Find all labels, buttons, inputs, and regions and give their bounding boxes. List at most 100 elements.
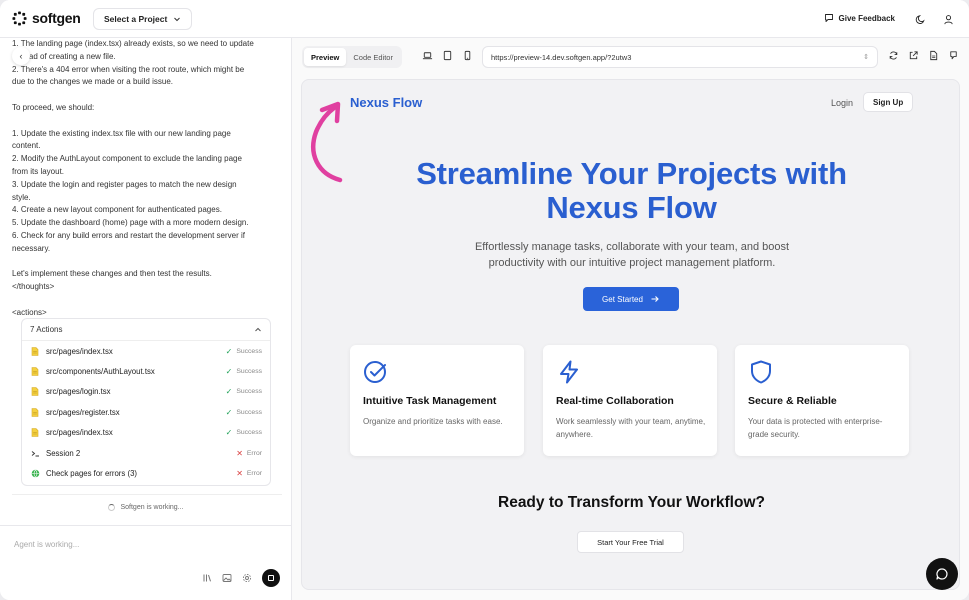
chat-line: 1. Update the existing index.tsx file wi… (12, 128, 231, 138)
hero-subtitle: Effortlessly manage tasks, collaborate w… (462, 239, 802, 271)
action-item[interactable]: src/pages/index.tsx ✓ Success (22, 423, 270, 443)
action-item[interactable]: src/pages/index.tsx ✓ Success (22, 341, 270, 361)
chat-line: content. (12, 141, 41, 151)
start-free-trial-button[interactable]: Start Your Free Trial (577, 531, 684, 553)
action-item[interactable]: src/pages/register.tsx ✓ Success (22, 402, 270, 422)
action-status: ✓ Success (226, 347, 262, 356)
actions-title: 7 Actions (30, 325, 63, 334)
action-path: Session 2 (46, 448, 81, 458)
action-status-text: Success (236, 388, 262, 396)
site-signup-button[interactable]: Sign Up (863, 92, 914, 112)
lightning-icon (560, 360, 578, 384)
chat-line: due to the changes we made or a build is… (12, 77, 173, 87)
share-icon[interactable] (948, 50, 959, 61)
feature-title: Secure & Reliable (748, 395, 837, 407)
chat-line: from its layout. (12, 166, 65, 176)
external-link-icon[interactable] (908, 50, 919, 61)
shield-icon (751, 360, 771, 384)
chat-line: instead of creating a new file. (12, 51, 116, 61)
file-text-icon[interactable] (928, 50, 939, 61)
action-item[interactable]: src/pages/login.tsx ✓ Success (22, 382, 270, 402)
hero-title: Streamline Your Projects with Nexus Flow (302, 156, 959, 225)
app-window: softgen Select a Project Give Feedback ‹… (0, 0, 969, 600)
hero-title-line-1: Streamline Your Projects with (416, 156, 847, 191)
file-icon (30, 428, 40, 438)
action-status-text: Error (246, 470, 262, 478)
smartphone-icon[interactable] (462, 50, 473, 61)
collapse-panel-button[interactable]: ‹ (12, 47, 30, 65)
chat-line: 2. There's a 404 error when visiting the… (12, 64, 245, 74)
tab-preview[interactable]: Preview (304, 48, 347, 66)
actions-list: 7 Actions src/pages/index.tsx ✓ Success src… (21, 318, 271, 486)
theme-toggle-button[interactable] (913, 12, 927, 26)
chat-line: necessary. (12, 243, 51, 253)
action-status-text: Success (236, 368, 262, 376)
top-bar: softgen Select a Project Give Feedback (0, 0, 969, 38)
chat-line (12, 89, 282, 102)
get-started-label: Get Started (602, 294, 643, 304)
curved-arrow-icon (311, 101, 343, 183)
image-icon[interactable] (222, 573, 232, 583)
x-icon: ✕ (236, 448, 243, 458)
chat-line: 4. Create a new layout component for aut… (12, 205, 222, 215)
action-status: ✕ Error (236, 469, 262, 478)
chat-line (12, 294, 282, 307)
preview-actions (888, 50, 959, 61)
action-path: src/pages/index.tsx (46, 346, 113, 356)
chevron-left-icon: ‹ (19, 51, 23, 61)
get-started-button[interactable]: Get Started (583, 287, 679, 311)
chat-line: 2. Modify the AuthLayout component to ex… (12, 154, 242, 164)
feature-title: Intuitive Task Management (363, 395, 497, 407)
refresh-icon[interactable] (888, 50, 899, 61)
action-path: src/pages/register.tsx (46, 407, 120, 417)
chevron-updown-icon: ⇕ (863, 54, 869, 61)
library-icon[interactable] (202, 573, 212, 583)
action-item[interactable]: Session 2 ✕ Error (22, 443, 270, 463)
url-text: https://preview-14.dev.softgen.app/?2utw… (491, 52, 632, 62)
check-icon: ✓ (225, 346, 233, 356)
user-profile-button[interactable] (941, 12, 955, 26)
action-status: ✓ Success (226, 367, 262, 376)
site-brand[interactable]: Nexus Flow (350, 95, 422, 110)
url-bar[interactable]: https://preview-14.dev.softgen.app/?2utw… (482, 46, 878, 68)
feature-title: Real-time Collaboration (556, 395, 674, 407)
check-icon: ✓ (225, 407, 233, 417)
action-status-text: Error (246, 449, 262, 457)
stop-agent-button[interactable] (262, 569, 280, 587)
file-icon (30, 387, 40, 397)
device-toggle (422, 50, 473, 61)
action-item[interactable]: src/components/AuthLayout.tsx ✓ Success (22, 361, 270, 381)
chat-line: To proceed, we should: (12, 102, 95, 112)
action-path: src/components/AuthLayout.tsx (46, 367, 155, 377)
action-path: Check pages for errors (3) (46, 469, 137, 479)
chat-input[interactable]: Agent is working... (14, 540, 79, 549)
give-feedback-button[interactable]: Give Feedback (824, 13, 895, 23)
cta-heading: Ready to Transform Your Workflow? (498, 494, 765, 511)
actions-header[interactable]: 7 Actions (22, 319, 270, 341)
settings-icon[interactable] (242, 573, 252, 583)
action-status: ✓ Success (226, 428, 262, 437)
give-feedback-label: Give Feedback (838, 13, 895, 23)
tab-code-editor[interactable]: Code Editor (346, 48, 400, 66)
softgen-logo[interactable]: softgen (12, 10, 81, 26)
working-status-text: Softgen is working... (120, 504, 184, 511)
arrow-right-icon (651, 296, 659, 302)
action-status-text: Success (236, 347, 262, 355)
project-select-label: Select a Project (104, 14, 168, 24)
chevron-down-icon (174, 17, 181, 22)
feature-description: Work seamlessly with your team, anytime,… (556, 417, 706, 439)
chat-input-area[interactable]: Agent is working... (0, 525, 292, 600)
project-select[interactable]: Select a Project (93, 8, 193, 30)
action-item[interactable]: Check pages for errors (3) ✕ Error (22, 463, 270, 483)
tablet-icon[interactable] (442, 50, 453, 61)
site-login-link[interactable]: Login (831, 98, 853, 108)
chat-bubble-icon (936, 568, 948, 580)
support-chat-button[interactable] (926, 558, 958, 590)
chat-line: 3. Update the login and register pages t… (12, 179, 237, 189)
preview-frame[interactable]: Nexus Flow Login Sign Up Streamline Your… (301, 79, 960, 590)
feature-description: Organize and prioritize tasks with ease. (363, 417, 503, 426)
laptop-icon[interactable] (422, 50, 433, 61)
check-circle-icon (364, 361, 386, 383)
feature-card-security: Secure & Reliable Your data is protected… (735, 345, 909, 456)
chat-line: 1. The landing page (index.tsx) already … (12, 39, 254, 48)
